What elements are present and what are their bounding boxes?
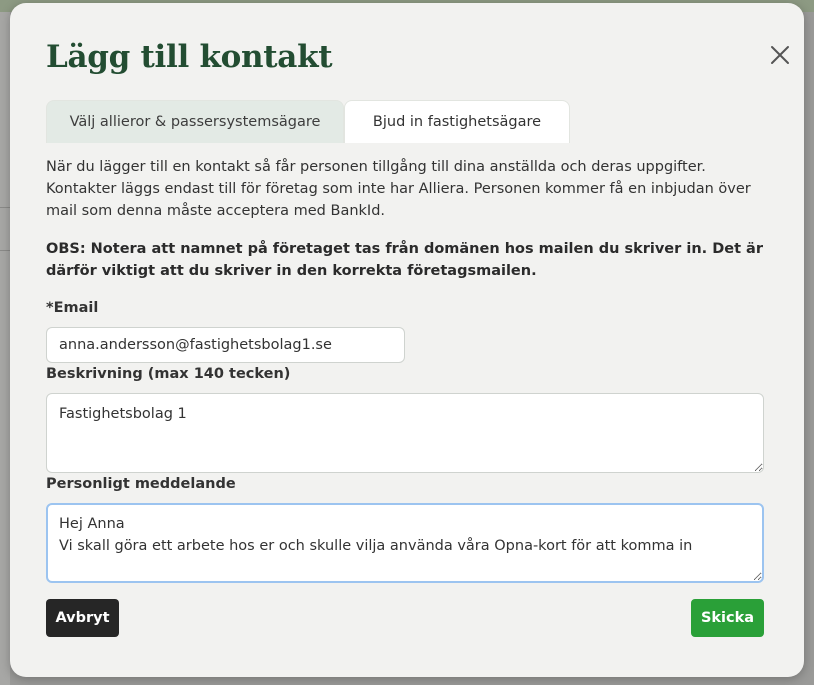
message-label: Personligt meddelande <box>46 476 236 492</box>
notice-text: OBS: Notera att namnet på företaget tas … <box>46 241 763 279</box>
backdrop-page <box>0 12 10 685</box>
dialog-title: Lägg till kontakt <box>46 39 333 75</box>
email-label: *Email <box>46 300 99 316</box>
description-label: Beskrivning (max 140 tecken) <box>46 366 291 382</box>
tab-bar: Välj allieror & passersystemsägare Bjud … <box>46 100 570 143</box>
email-input[interactable] <box>46 327 405 363</box>
send-button[interactable]: Skicka <box>691 599 764 637</box>
tab-select-allieror[interactable]: Välj allieror & passersystemsägare <box>46 100 344 143</box>
add-contact-dialog: Lägg till kontakt Välj allieror & passer… <box>10 3 804 677</box>
message-textarea[interactable]: Hej Anna Vi skall göra ett arbete hos er… <box>46 503 764 583</box>
backdrop-divider <box>0 250 10 251</box>
description-textarea[interactable]: Fastighetsbolag 1 <box>46 393 764 473</box>
info-text: När du lägger till en kontakt så får per… <box>46 159 751 219</box>
backdrop-divider <box>0 207 10 208</box>
tab-invite-property-owner[interactable]: Bjud in fastighetsägare <box>344 100 570 143</box>
cancel-button[interactable]: Avbryt <box>46 599 119 637</box>
close-icon[interactable] <box>768 43 792 67</box>
